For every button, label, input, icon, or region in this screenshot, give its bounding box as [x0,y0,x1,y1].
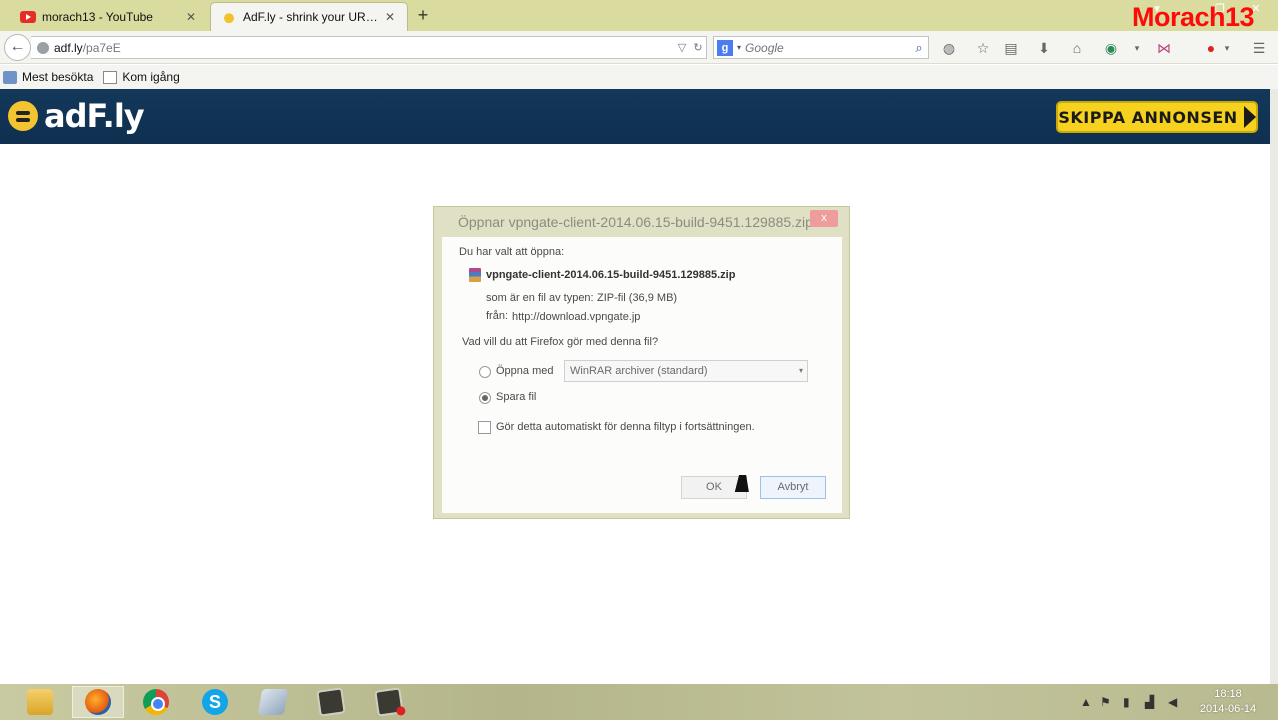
url-dropdown-icon[interactable]: ▽ [674,41,690,54]
auto-action-checkbox[interactable] [478,421,491,434]
close-window-icon[interactable]: ✕ [1244,2,1268,15]
taskbar: S ▲ ⚑ ▮ ▟ ◀ 18:18 2014-06-14 [0,684,1278,720]
url-path: /pa7eE [82,40,121,55]
menu-icon[interactable]: ☰ [1250,39,1268,57]
clock[interactable]: 18:18 2014-06-14 [1193,687,1263,717]
skip-ad-button[interactable]: SKIPPA ANNONSEN [1056,101,1258,133]
bookmarks-menu-icon[interactable]: ▤ [1002,39,1020,57]
navigation-bar: ← adf.ly /pa7eE ▽ ↻ g ▾ ⌕ ◍ ☆ ▤ ⬇ ⌂ ◉ ▾ … [0,31,1278,64]
chevron-down-icon: ▾ [798,366,803,375]
dialog-intro: Du har valt att öppna: [459,246,565,258]
bookmarks-bar: Mest besökta Kom igång [0,65,1278,89]
downloads-icon[interactable]: ⬇ [1035,39,1053,57]
dialog-body: Du har valt att öppna: vpngate-client-20… [442,237,842,513]
taskbar-chrome[interactable] [130,686,182,718]
flag-icon[interactable]: ⚑ [1100,684,1111,720]
open-with-app: WinRAR archiver (standard) [570,365,708,377]
new-tab-button[interactable]: + [413,5,433,25]
translate-globe-icon[interactable]: ◉ [1102,39,1120,57]
taskbar-paper[interactable] [247,686,299,718]
file-from-value: http://download.vpngate.jp [512,311,641,323]
tab-close-icon[interactable]: ✕ [184,10,198,24]
bookmark-star-button[interactable]: ☆ [974,39,992,57]
youtube-icon [20,10,36,23]
taskbar-skype[interactable]: S [189,686,241,718]
firefox-menu-icon[interactable]: ▾ [1145,2,1169,15]
back-button[interactable]: ← [4,34,31,61]
auto-action-label[interactable]: Gör detta automatiskt för denna filtyp i… [496,421,755,433]
tab-title: morach13 - YouTube [42,9,153,24]
bee-icon [8,101,38,131]
addon-icon[interactable]: ◍ [940,39,958,57]
cancel-button[interactable]: Avbryt [760,476,826,499]
engine-caret-icon[interactable]: ▾ [737,43,741,52]
bookmark-getting-started[interactable]: Kom igång [103,70,180,84]
chrome-icon [143,689,169,715]
file-type-value: ZIP-fil (36,9 MB) [597,292,678,304]
tab-adfly[interactable]: AdF.ly - shrink your URLs a... ✕ [210,2,408,31]
bookmark-star-icon [3,70,17,84]
taskbar-slate[interactable] [305,686,357,718]
logo-text: adF.ly [44,97,145,135]
tab-youtube[interactable]: morach13 - YouTube ✕ [10,2,208,31]
skype-icon: S [202,689,228,715]
file-type-label: som är en fil av typen: [486,292,594,304]
save-file-label[interactable]: Spara fil [496,391,536,403]
tab-strip: morach13 - YouTube ✕ AdF.ly - shrink you… [0,0,1278,32]
zip-file-icon [469,268,481,282]
clock-date: 2014-06-14 [1199,703,1257,715]
open-with-select[interactable]: WinRAR archiver (standard) ▾ [564,360,808,382]
google-engine-icon[interactable]: g [717,39,733,56]
sync-icon[interactable]: ⋈ [1155,39,1173,57]
network-icon[interactable]: ▟ [1145,684,1154,720]
bookmark-most-visited[interactable]: Mest besökta [3,70,93,84]
file-from-label: från: [486,310,509,322]
play-arrow-icon [1243,106,1256,128]
url-domain: adf.ly [54,40,83,55]
bookmark-label: Kom igång [122,70,180,84]
adfly-logo[interactable]: adF.ly [8,93,145,139]
taskbar-explorer[interactable] [14,686,66,718]
search-input[interactable] [745,40,910,55]
file-name: vpngate-client-2014.06.15-build-9451.129… [486,269,736,281]
save-file-radio[interactable] [479,392,491,404]
dialog-close-button[interactable]: x [810,210,838,227]
tab-close-icon[interactable]: ✕ [383,10,397,24]
file-explorer-icon [27,689,53,715]
paper-icon [257,689,289,715]
url-bar[interactable]: adf.ly /pa7eE ▽ ↻ [31,36,707,59]
show-hidden-icons-icon[interactable]: ▲ [1080,684,1092,720]
bookmark-label: Mest besökta [22,70,94,84]
dialog-title: Öppnar vpngate-client-2014.06.15-build-9… [458,214,813,230]
firefox-icon [85,689,111,715]
clock-time: 18:18 [1214,688,1242,700]
restore-icon[interactable]: ❐ [1208,2,1232,15]
search-icon[interactable]: ⌕ [910,40,928,56]
volume-icon[interactable]: ◀ [1168,684,1177,720]
adfly-bee-icon [221,11,237,23]
globe-dropdown-icon[interactable]: ▾ [1128,39,1146,57]
home-icon[interactable]: ⌂ [1068,39,1086,57]
open-with-label[interactable]: Öppna med [496,365,553,377]
page-scrollbar[interactable] [1270,89,1278,685]
slate-recording-icon [374,687,404,717]
battery-icon[interactable]: ▮ [1123,684,1130,720]
reload-icon[interactable]: ↻ [690,41,706,54]
slate-icon [316,687,346,717]
taskbar-firefox[interactable] [72,686,124,718]
globe-icon [37,41,49,54]
file-open-dialog: Öppnar vpngate-client-2014.06.15-build-9… [433,206,850,519]
dialog-question: Vad vill du att Firefox gör med denna fi… [462,336,659,348]
tab-title: AdF.ly - shrink your URLs a... [243,10,383,24]
open-with-radio[interactable] [479,366,491,378]
skip-ad-label: SKIPPA ANNONSEN [1058,107,1238,127]
search-bar[interactable]: g ▾ ⌕ [713,36,929,59]
page-icon [103,70,118,84]
adblock-dropdown-icon[interactable]: ▾ [1218,39,1236,57]
taskbar-slate-recording[interactable] [363,686,415,718]
